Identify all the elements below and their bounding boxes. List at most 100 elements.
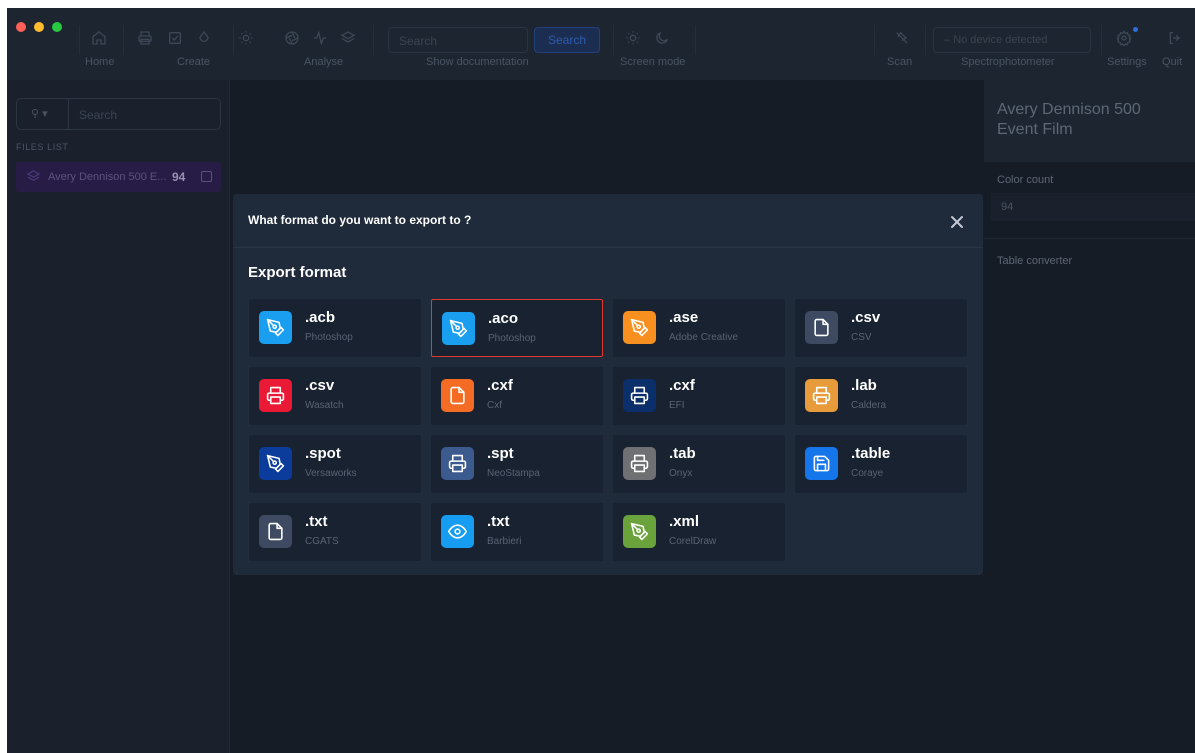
printer-icon [623,447,656,480]
file-checkbox[interactable] [201,171,212,182]
search-filter-dropdown[interactable]: ⚲ ▾ [17,99,69,129]
format-extension: .acb [305,309,336,326]
home-icon[interactable] [91,30,109,48]
format-application: CSV [851,332,872,343]
format-application: Caldera [851,400,887,411]
toolbar-divider [123,25,124,55]
format-extension: .txt [487,513,510,530]
toolbar-divider [79,25,80,55]
export-format-option[interactable]: .cxf Cxf [431,367,603,425]
export-format-option[interactable]: .csv Wasatch [249,367,421,425]
printer-icon [441,447,474,480]
droplet-icon[interactable] [196,30,214,48]
format-extension: .spot [305,445,341,462]
format-application: Adobe Creative [669,332,738,343]
activity-icon[interactable] [312,30,330,48]
format-extension: .ase [669,309,699,326]
export-format-heading: Export format [248,264,347,281]
export-format-option[interactable]: .spt NeoStampa [431,435,603,493]
printer-icon[interactable] [137,30,155,48]
export-format-option[interactable]: .csv CSV [795,299,967,357]
create-label[interactable]: Create [177,56,210,68]
file-search-input[interactable]: Search [79,108,117,122]
close-icon[interactable] [949,214,965,230]
eye-icon [441,515,474,548]
spectrophotometer-label[interactable]: Spectrophotometer [961,56,1055,68]
scan-off-icon[interactable] [894,30,912,48]
pen-tool-icon [259,311,292,344]
documentation-search-button[interactable]: Search [534,27,600,53]
export-format-option[interactable]: .cxf EFI [613,367,785,425]
format-application: Photoshop [305,332,353,343]
format-extension: .spt [487,445,514,462]
spectrophotometer-select[interactable]: – No device detected [933,27,1091,53]
format-application: NeoStampa [487,468,540,479]
export-format-option[interactable]: .lab Caldera [795,367,967,425]
format-application: Wasatch [305,400,344,411]
toolbar: Home Create Analyse Search Search Show d… [7,8,1195,80]
format-extension: .aco [488,310,519,327]
format-extension: .lab [851,377,877,394]
export-format-option[interactable]: .aco Photoshop [431,299,603,357]
printer-icon [805,379,838,412]
logout-icon[interactable] [1167,30,1185,48]
layers-icon[interactable] [340,30,358,48]
documentation-search-input[interactable]: Search [388,27,528,53]
file-list-item[interactable]: Avery Dennison 500 E... 94 [16,162,221,192]
notification-dot [1133,27,1138,32]
checklist-icon[interactable] [167,30,185,48]
export-format-option[interactable]: .txt Barbieri [431,503,603,561]
show-documentation-label[interactable]: Show documentation [426,56,529,68]
file-icon [805,311,838,344]
format-application: CGATS [305,536,339,547]
export-format-option[interactable]: .tab Onyx [613,435,785,493]
file-details-header: Avery Dennison 500 Event Film [984,80,1195,162]
format-application: Cxf [487,400,502,411]
analyse-label[interactable]: Analyse [304,56,343,68]
file-icon [259,515,292,548]
file-name: Avery Dennison 500 E... [48,171,167,183]
export-format-option[interactable]: .ase Adobe Creative [613,299,785,357]
quit-label[interactable]: Quit [1162,56,1182,68]
format-extension: .csv [851,309,881,326]
home-label[interactable]: Home [85,56,114,68]
file-title: Avery Dennison 500 Event Film [997,101,1141,138]
scan-label[interactable]: Scan [887,56,912,68]
sun-icon[interactable] [238,30,256,48]
pen-tool-icon [259,447,292,480]
export-format-option[interactable]: .acb Photoshop [249,299,421,357]
toolbar-divider [925,25,926,55]
format-extension: .txt [305,513,328,530]
color-count-value: 94 [1001,201,1014,213]
toolbar-divider [373,25,374,55]
format-application: Coraye [851,468,884,479]
settings-label[interactable]: Settings [1107,56,1147,68]
pen-tool-icon [623,311,656,344]
format-extension: .xml [669,513,700,530]
dialog-title: What format do you want to export to ? [248,213,472,227]
format-extension: .cxf [669,377,695,394]
file-details-panel: Avery Dennison 500 Event Film Color coun… [984,80,1195,753]
table-converter-label[interactable]: Table converter [997,255,1072,267]
printer-icon [259,379,292,412]
window-zoom-button[interactable] [52,22,62,32]
gear-icon[interactable] [1116,30,1134,48]
chevron-down-icon: ▾ [42,108,48,120]
export-format-option[interactable]: .xml CorelDraw [613,503,785,561]
dark-mode-icon[interactable] [654,30,672,48]
window-close-button[interactable] [16,22,26,32]
screen-mode-label[interactable]: Screen mode [620,56,685,68]
light-mode-icon[interactable] [625,30,643,48]
format-application: Onyx [669,468,693,479]
color-count-label: Color count [997,174,1054,186]
aperture-icon[interactable] [284,30,302,48]
window-minimize-button[interactable] [34,22,44,32]
printer-icon [623,379,656,412]
search-icon: ⚲ [31,108,40,120]
toolbar-divider [1101,25,1102,55]
dialog-header: What format do you want to export to ? [233,194,983,248]
export-format-option[interactable]: .txt CGATS [249,503,421,561]
export-format-option[interactable]: .spot Versaworks [249,435,421,493]
export-format-option[interactable]: .table Coraye [795,435,967,493]
file-search: ⚲ ▾ Search [16,98,221,130]
